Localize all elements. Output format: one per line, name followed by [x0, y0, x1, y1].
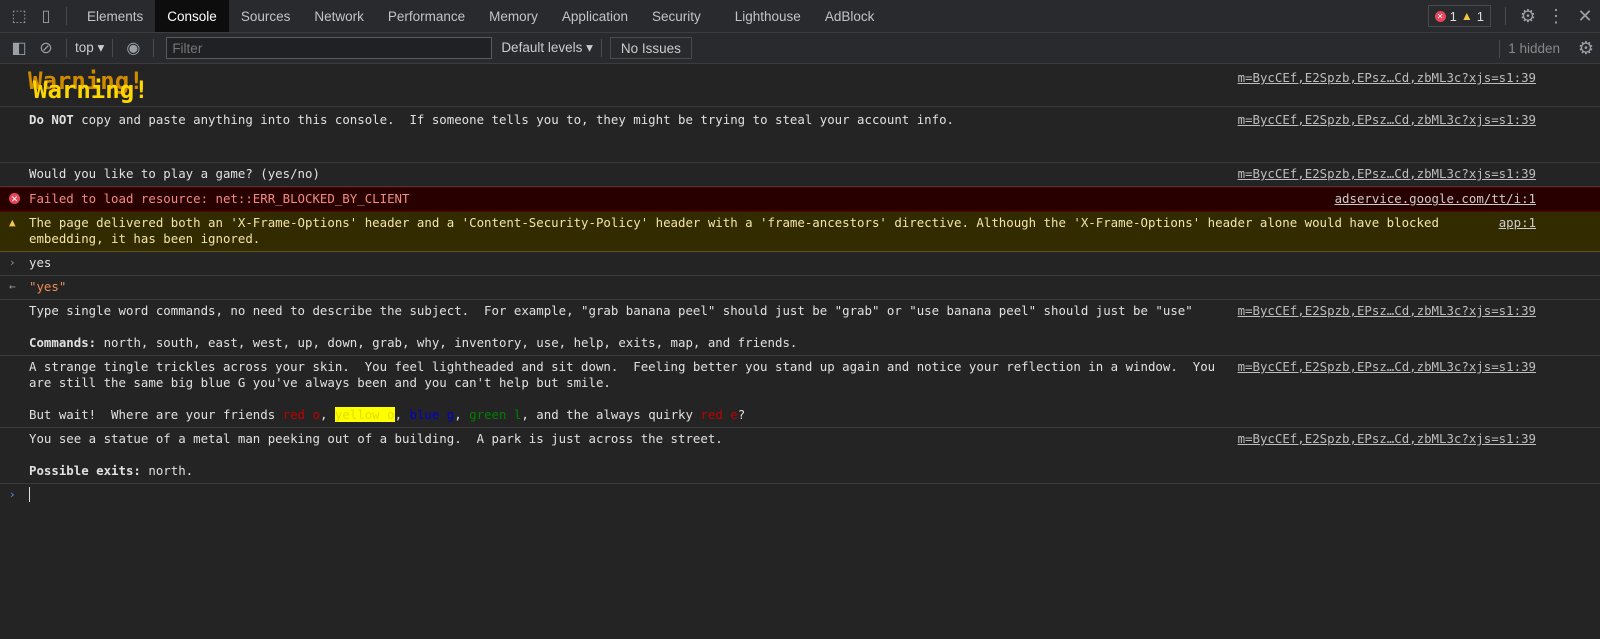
source-link[interactable]: m=BycCEf,E2Spzb,EPsz…Cd,zbML3c?xjs=s1:39: [1238, 303, 1536, 319]
warning-icon: ▲: [1460, 9, 1473, 23]
console-input: › yes: [0, 252, 1600, 276]
divider: [66, 7, 67, 25]
text-cursor: ​: [29, 487, 30, 502]
tab-console[interactable]: Console: [155, 0, 229, 32]
warning-banner: Warning!: [33, 76, 149, 104]
source-link[interactable]: app:1: [1499, 215, 1536, 231]
tab-security[interactable]: Security: [640, 0, 713, 32]
divider: [1505, 7, 1506, 25]
hidden-count: 1 hidden: [1508, 41, 1560, 56]
filter-input[interactable]: [166, 37, 493, 59]
devtools-tab-bar: ⬚ ▯ Elements Console Sources Network Perform…: [0, 0, 1600, 33]
console-settings-icon[interactable]: ⚙: [1572, 38, 1600, 59]
error-icon: ✕: [9, 192, 20, 205]
settings-gear-icon[interactable]: ⚙: [1514, 6, 1542, 27]
inspect-element-icon[interactable]: ⬚: [4, 6, 34, 26]
console-message: A strange tingle trickles across your sk…: [0, 356, 1600, 428]
console-message: You see a statue of a metal man peeking …: [0, 428, 1600, 484]
prompt-chevron-icon: ›: [9, 488, 16, 501]
console-error: ✕ Failed to load resource: net::ERR_BLOCK…: [0, 187, 1600, 212]
divider: [153, 39, 155, 57]
divider: [112, 39, 114, 57]
console-message: Warning! Warning! m=BycCEf,E2Spzb,EPsz…C…: [0, 64, 1600, 107]
console-message: Do NOT copy and paste anything into this…: [0, 107, 1600, 163]
panel-tabs: Elements Console Sources Network Performance…: [75, 0, 886, 32]
tab-network[interactable]: Network: [302, 0, 376, 32]
tab-application[interactable]: Application: [550, 0, 640, 32]
clear-console-icon[interactable]: ⊘: [34, 38, 58, 58]
error-icon: ✕: [1434, 10, 1446, 22]
source-link[interactable]: m=BycCEf,E2Spzb,EPsz…Cd,zbML3c?xjs=s1:39: [1238, 70, 1536, 86]
divider: [66, 39, 67, 57]
console-result: ← "yes": [0, 276, 1600, 300]
tab-adblock[interactable]: AdBlock: [813, 0, 887, 32]
eye-live-expression-icon[interactable]: ◉: [121, 38, 145, 58]
context-selector[interactable]: top ▾: [75, 40, 104, 56]
log-levels-dropdown[interactable]: Default levels ▾: [501, 40, 593, 56]
console-prompt[interactable]: ›​: [0, 484, 1600, 507]
input-chevron-icon: ›: [9, 256, 16, 269]
source-link[interactable]: m=BycCEf,E2Spzb,EPsz…Cd,zbML3c?xjs=s1:39: [1238, 166, 1536, 182]
device-toolbar-icon[interactable]: ▯: [34, 6, 58, 26]
more-options-icon[interactable]: ⋮: [1542, 6, 1570, 27]
tab-lighthouse[interactable]: Lighthouse: [723, 0, 813, 32]
source-link[interactable]: m=BycCEf,E2Spzb,EPsz…Cd,zbML3c?xjs=s1:39: [1238, 359, 1536, 375]
console-warning: ▲ The page delivered both an 'X-Frame-Opt…: [0, 212, 1600, 252]
console-messages: Warning! Warning! m=BycCEf,E2Spzb,EPsz…C…: [0, 64, 1600, 507]
warning-icon: ▲: [9, 216, 16, 229]
issues-counter[interactable]: ✕ 1 ▲ 1: [1427, 5, 1491, 27]
console-message: Type single word commands, no need to de…: [0, 300, 1600, 356]
tab-performance[interactable]: Performance: [376, 0, 477, 32]
console-message: Would you like to play a game? (yes/no) m…: [0, 163, 1600, 187]
tab-sources[interactable]: Sources: [229, 0, 303, 32]
tab-elements[interactable]: Elements: [75, 0, 155, 32]
issues-button[interactable]: No Issues: [609, 37, 692, 59]
source-link[interactable]: m=BycCEf,E2Spzb,EPsz…Cd,zbML3c?xjs=s1:39: [1238, 431, 1536, 447]
divider: [1499, 39, 1501, 58]
close-icon[interactable]: ✕: [1570, 6, 1600, 27]
sidebar-toggle-icon[interactable]: ◧: [4, 38, 34, 58]
console-toolbar: ◧ ⊘ top ▾ ◉ Default levels ▾ No Issues 1…: [0, 33, 1600, 64]
source-link[interactable]: m=BycCEf,E2Spzb,EPsz…Cd,zbML3c?xjs=s1:39: [1238, 112, 1536, 128]
source-link[interactable]: adservice.google.com/tt/i:1: [1335, 191, 1536, 207]
result-arrow-icon: ←: [9, 280, 16, 293]
tab-memory[interactable]: Memory: [477, 0, 550, 32]
divider: [600, 39, 602, 57]
